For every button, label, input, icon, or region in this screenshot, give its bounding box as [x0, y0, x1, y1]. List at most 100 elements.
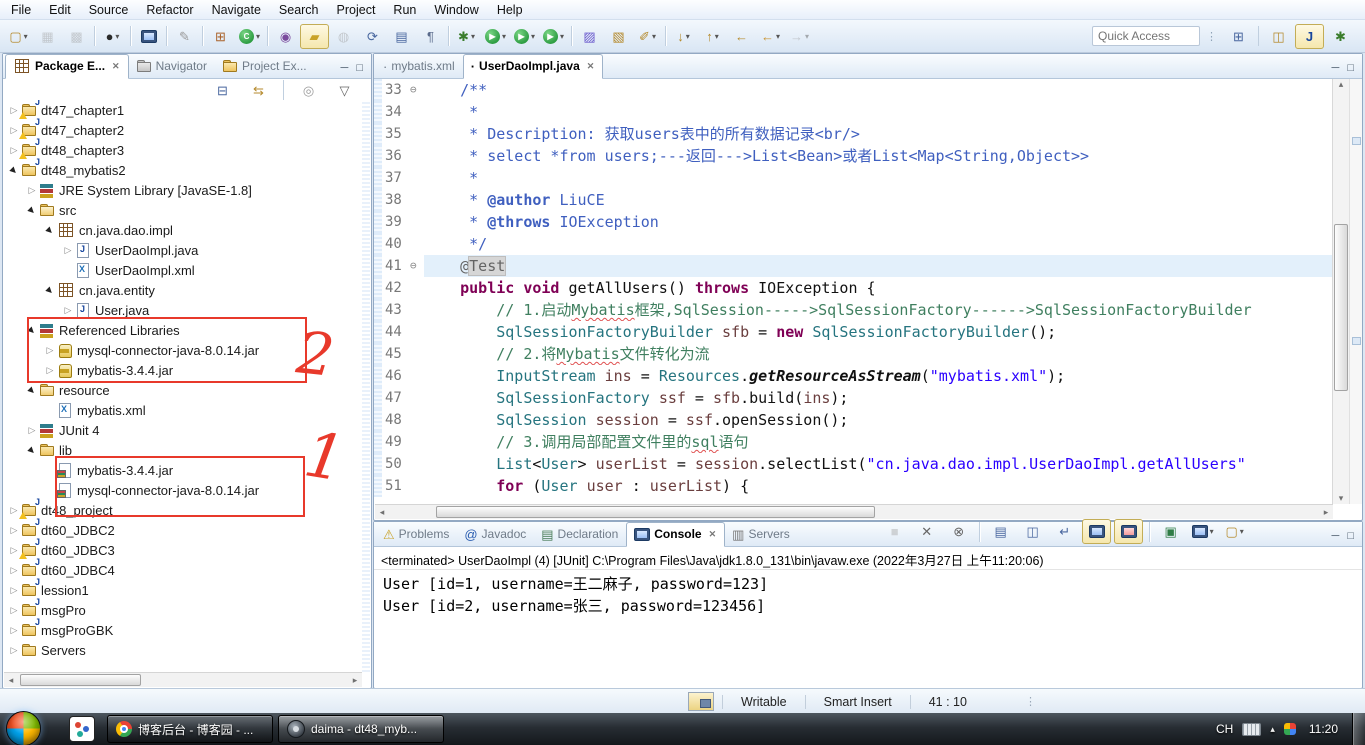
- code-text[interactable]: for (User user : userList) {: [424, 475, 1333, 497]
- tree-item-lib[interactable]: ▶ lib: [3, 440, 362, 460]
- focus-button[interactable]: ◎: [294, 78, 323, 103]
- code-text[interactable]: * Description: 获取users表中的所有数据记录<br/>: [424, 123, 1333, 145]
- back-button[interactable]: ← ▾: [756, 24, 785, 49]
- tree-item-dt47-chapter2[interactable]: ▷ Jdt47_chapter2: [3, 117, 362, 140]
- code-text[interactable]: * select *from users;---返回--->List<Bean>…: [424, 145, 1333, 167]
- fold-marker-icon[interactable]: ⊖: [410, 255, 417, 277]
- show-desktop-button[interactable]: [1352, 713, 1365, 745]
- code-text[interactable]: List<User> userList = session.selectList…: [424, 453, 1333, 475]
- close-icon[interactable]: ✕: [112, 61, 120, 72]
- code-text[interactable]: *: [424, 101, 1333, 123]
- tree-item-cn-java-dao-impl[interactable]: ▶ cn.java.dao.impl: [3, 220, 362, 240]
- expand-arrow-icon[interactable]: ▷: [61, 245, 75, 256]
- tab-console[interactable]: Console ✕: [626, 522, 726, 547]
- maximize-icon[interactable]: □: [1347, 530, 1354, 542]
- taskbar-task-daima-dt48-myb[interactable]: daima - dt48_myb...: [278, 715, 444, 743]
- previous-annotation-button[interactable]: ↑ ▾: [698, 24, 727, 49]
- save-all-button[interactable]: ▩: [62, 24, 91, 49]
- tab-navigator[interactable]: Navigator: [129, 55, 215, 78]
- tab-project-ex[interactable]: Project Ex...: [215, 55, 315, 78]
- tree-item-dt60-jdbc4[interactable]: ▷ Jdt60_JDBC4: [3, 557, 362, 580]
- dropdown-arrow-icon[interactable]: ▾: [24, 32, 28, 41]
- code-text[interactable]: */: [424, 233, 1333, 255]
- javaee-perspective-button[interactable]: ◫: [1264, 24, 1293, 49]
- menu-file[interactable]: File: [2, 1, 40, 19]
- scroll-thumb[interactable]: [20, 674, 141, 686]
- dropdown-arrow-icon[interactable]: ▾: [686, 32, 690, 41]
- dropdown-arrow-icon[interactable]: ▾: [560, 32, 564, 41]
- dropdown-arrow-icon[interactable]: ▾: [1210, 527, 1214, 536]
- run-button[interactable]: ▶ ▾: [481, 24, 510, 49]
- code-text[interactable]: // 2.将Mybatis文件转化为流: [424, 343, 1333, 365]
- tab-package-e[interactable]: Package E... ✕: [5, 54, 129, 79]
- skip-all-breakpoints-button[interactable]: ✎: [170, 24, 199, 49]
- tree-item-user-java[interactable]: ▷ User.java: [3, 300, 362, 320]
- tree-item-dt48-mybatis2[interactable]: ▶ Jdt48_mybatis2: [3, 157, 362, 180]
- overview-mark[interactable]: [1352, 137, 1361, 145]
- start-button[interactable]: [6, 710, 41, 745]
- minimize-icon[interactable]: ─: [341, 62, 349, 74]
- tree-item-dt48-chapter3[interactable]: ▷ Jdt48_chapter3: [3, 137, 362, 160]
- tray-expand-icon[interactable]: ▴: [1270, 724, 1275, 735]
- expand-arrow-icon[interactable]: ▷: [25, 425, 39, 436]
- tree-item-userdaoimpl-java[interactable]: ▷ UserDaoImpl.java: [3, 240, 362, 260]
- menu-run[interactable]: Run: [384, 1, 425, 19]
- console-output[interactable]: User [id=1, username=王二麻子, password=123]…: [374, 570, 1362, 617]
- tree-item-lession1[interactable]: ▷ Jlession1: [3, 577, 362, 600]
- expand-arrow-icon[interactable]: ▷: [7, 625, 21, 636]
- remove-launch-button[interactable]: ✕: [912, 519, 941, 544]
- scroll-thumb[interactable]: [1334, 223, 1348, 392]
- tree-vertical-scrollbar[interactable]: [362, 100, 370, 672]
- debug-perspective-button[interactable]: ✱: [1326, 24, 1355, 49]
- menu-refactor[interactable]: Refactor: [137, 1, 202, 19]
- show-whitespace-button[interactable]: ¶: [416, 24, 445, 49]
- code-text[interactable]: *: [424, 167, 1333, 189]
- tab-servers[interactable]: ▥ Servers: [725, 523, 798, 546]
- expand-arrow-icon[interactable]: ▷: [7, 585, 21, 596]
- last-edit-location-button[interactable]: ←: [727, 24, 756, 49]
- collapse-all-button[interactable]: ⊟: [208, 78, 237, 103]
- show-console-stdout-button[interactable]: [1082, 519, 1112, 544]
- dropdown-arrow-icon[interactable]: ▾: [115, 32, 119, 41]
- code-text[interactable]: @Test: [424, 255, 1333, 277]
- tree-item-servers[interactable]: ▷ Servers: [3, 640, 362, 660]
- dropdown-arrow-icon[interactable]: ▾: [471, 32, 475, 41]
- expand-arrow-icon[interactable]: ▷: [61, 305, 75, 316]
- tree-item-src[interactable]: ▶ src: [3, 200, 362, 220]
- new-java-project-button[interactable]: ⊞: [206, 24, 235, 49]
- refresh-button[interactable]: ⟳: [358, 24, 387, 49]
- tab-problems[interactable]: ⚠ Problems: [376, 523, 457, 546]
- tree-item-dt60-jdbc2[interactable]: ▷ Jdt60_JDBC2: [3, 517, 362, 540]
- code-text[interactable]: SqlSessionFactoryBuilder sfb = new SqlSe…: [424, 321, 1333, 343]
- tree-item-cn-java-entity[interactable]: ▶ cn.java.entity: [3, 280, 362, 300]
- minimize-icon[interactable]: ─: [1332, 530, 1340, 542]
- tree-item-dt60-jdbc3[interactable]: ▷ Jdt60_JDBC3: [3, 537, 362, 560]
- external-tools-button[interactable]: ◍: [329, 24, 358, 49]
- tab-declaration[interactable]: ▤ Declaration: [534, 523, 626, 546]
- view-menu-button[interactable]: ▽: [330, 78, 359, 103]
- scroll-thumb[interactable]: [435, 506, 875, 518]
- collapse-arrow-icon[interactable]: ▶: [24, 382, 40, 398]
- new-task-button[interactable]: ● ▾: [98, 24, 127, 49]
- tree-item-mybatis-xml[interactable]: mybatis.xml: [3, 400, 362, 420]
- expand-arrow-icon[interactable]: ▷: [7, 525, 21, 536]
- remove-all-launches-button[interactable]: ⊗: [944, 519, 973, 544]
- tray-color-icon[interactable]: [1283, 723, 1296, 735]
- expand-arrow-icon[interactable]: ▷: [7, 645, 21, 656]
- clock[interactable]: 11:20: [1305, 722, 1342, 736]
- expand-arrow-icon[interactable]: ▷: [7, 565, 21, 576]
- menu-source[interactable]: Source: [80, 1, 138, 19]
- scroll-right-icon[interactable]: ▸: [348, 675, 362, 686]
- tree-item-resource[interactable]: ▶ resource: [3, 380, 362, 400]
- close-icon[interactable]: ✕: [709, 529, 717, 540]
- scroll-up-icon[interactable]: ▴: [1333, 79, 1349, 90]
- save-button[interactable]: ▦: [33, 24, 62, 49]
- fold-marker-icon[interactable]: ⊖: [410, 79, 417, 101]
- dropdown-arrow-icon[interactable]: ▾: [805, 32, 809, 41]
- open-type-button[interactable]: ▨: [575, 24, 604, 49]
- coverage-button[interactable]: ▶ ▾: [510, 24, 539, 49]
- dropdown-arrow-icon[interactable]: ▾: [652, 32, 656, 41]
- word-wrap-button[interactable]: ↵: [1050, 519, 1079, 544]
- search-button[interactable]: ✐ ▾: [633, 24, 662, 49]
- tree-horizontal-scrollbar[interactable]: ◂ ▸: [4, 672, 362, 687]
